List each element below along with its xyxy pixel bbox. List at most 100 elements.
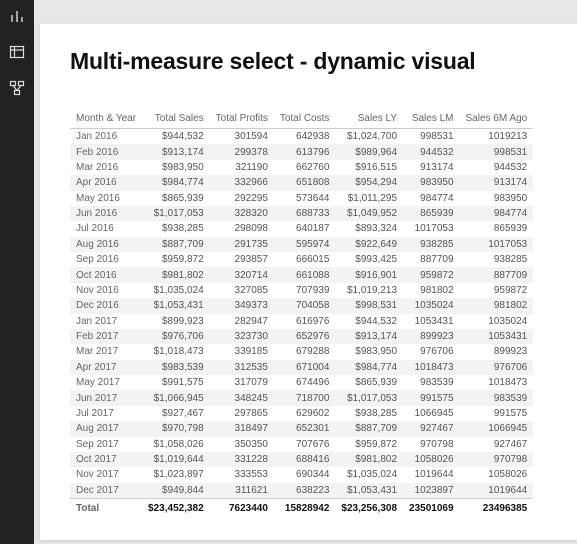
cell: 991575 <box>460 406 534 421</box>
cell: 642938 <box>274 129 335 145</box>
cell: Aug 2017 <box>70 421 142 436</box>
cell: $1,023,897 <box>142 467 210 482</box>
cell: 899923 <box>460 344 534 359</box>
cell: 1018473 <box>460 375 534 390</box>
cell: Feb 2016 <box>70 144 142 159</box>
table-row[interactable]: Apr 2016$984,774332966651808$954,2949839… <box>70 175 533 190</box>
cell: $1,049,952 <box>335 206 403 221</box>
table-row[interactable]: Sep 2017$1,058,026350350707676$959,87297… <box>70 437 533 452</box>
cell: 1017053 <box>403 221 460 236</box>
table-row[interactable]: Jun 2016$1,017,053328320688733$1,049,952… <box>70 206 533 221</box>
column-header[interactable]: Sales LM <box>403 109 460 129</box>
cell: 998531 <box>403 129 460 145</box>
cell: Apr 2016 <box>70 175 142 190</box>
measures-table[interactable]: Month & YearTotal SalesTotal ProfitsTota… <box>70 109 533 516</box>
cell: $1,058,026 <box>142 437 210 452</box>
cell: 652976 <box>274 329 335 344</box>
total-cell: $23,256,308 <box>335 499 403 517</box>
cell: Nov 2016 <box>70 283 142 298</box>
cell: 1019213 <box>460 129 534 145</box>
table-row[interactable]: Oct 2017$1,019,644331228688416$981,80210… <box>70 452 533 467</box>
column-header[interactable]: Total Costs <box>274 109 335 129</box>
column-header[interactable]: Month & Year <box>70 109 142 129</box>
table-row[interactable]: Feb 2017$976,706323730652976$913,1748999… <box>70 329 533 344</box>
cell: $984,774 <box>335 360 403 375</box>
cell: Feb 2017 <box>70 329 142 344</box>
table-row[interactable]: Feb 2016$913,174299378613796$989,9649445… <box>70 144 533 159</box>
table-row[interactable]: May 2016$865,939292295573644$1,011,29598… <box>70 191 533 206</box>
bar-chart-icon[interactable] <box>7 6 27 26</box>
cell: $1,053,431 <box>335 483 403 499</box>
cell: 1058026 <box>403 452 460 467</box>
cell: 613796 <box>274 144 335 159</box>
cell: 959872 <box>460 283 534 298</box>
cell: 318497 <box>210 421 274 436</box>
cell: 317079 <box>210 375 274 390</box>
table-row[interactable]: Jul 2016$938,285298098640187$893,3241017… <box>70 221 533 236</box>
table-row[interactable]: Aug 2016$887,709291735595974$922,6499382… <box>70 237 533 252</box>
cell: $1,018,473 <box>142 344 210 359</box>
cell: 1017053 <box>460 237 534 252</box>
cell: 662760 <box>274 160 335 175</box>
column-header[interactable]: Total Profits <box>210 109 274 129</box>
cell: Jan 2017 <box>70 314 142 329</box>
cell: 983539 <box>460 390 534 405</box>
cell: 1053431 <box>460 329 534 344</box>
cell: 944532 <box>460 160 534 175</box>
column-header[interactable]: Sales 6M Ago <box>460 109 534 129</box>
cell: $983,539 <box>142 360 210 375</box>
cell: $976,706 <box>142 329 210 344</box>
cell: 323730 <box>210 329 274 344</box>
cell: 944532 <box>403 144 460 159</box>
cell: 718700 <box>274 390 335 405</box>
cell: $1,019,644 <box>142 452 210 467</box>
column-header[interactable]: Sales LY <box>335 109 403 129</box>
cell: 674496 <box>274 375 335 390</box>
cell: 328320 <box>210 206 274 221</box>
table-row[interactable]: Aug 2017$970,798318497652301$887,7099274… <box>70 421 533 436</box>
table-row[interactable]: May 2017$991,575317079674496$865,9399835… <box>70 375 533 390</box>
cell: 984774 <box>460 206 534 221</box>
table-row[interactable]: Jan 2016$944,532301594642938$1,024,70099… <box>70 129 533 145</box>
cell: $922,649 <box>335 237 403 252</box>
cell: 638223 <box>274 483 335 499</box>
cell: Oct 2016 <box>70 267 142 282</box>
cell: $916,515 <box>335 160 403 175</box>
table-row[interactable]: Mar 2017$1,018,473339185679288$983,95097… <box>70 344 533 359</box>
cell: $887,709 <box>142 237 210 252</box>
cell: $865,939 <box>335 375 403 390</box>
cell: $959,872 <box>335 437 403 452</box>
canvas-area: Multi-measure select - dynamic visual Mo… <box>34 0 577 544</box>
cell: 282947 <box>210 314 274 329</box>
cell: 688733 <box>274 206 335 221</box>
cell: $938,285 <box>335 406 403 421</box>
cell: 298098 <box>210 221 274 236</box>
table-row[interactable]: Sep 2016$959,872293857666015$993,4258877… <box>70 252 533 267</box>
cell: 1035024 <box>403 298 460 313</box>
table-row[interactable]: Nov 2016$1,035,024327085707939$1,019,213… <box>70 283 533 298</box>
table-row[interactable]: Apr 2017$983,539312535671004$984,7741018… <box>70 360 533 375</box>
table-row[interactable]: Jan 2017$899,923282947616976$944,5321053… <box>70 314 533 329</box>
table-row[interactable]: Jun 2017$1,066,945348245718700$1,017,053… <box>70 390 533 405</box>
cell: 959872 <box>403 267 460 282</box>
cell: $954,294 <box>335 175 403 190</box>
table-row[interactable]: Oct 2016$981,802320714661088$916,9019598… <box>70 267 533 282</box>
table-icon[interactable] <box>7 42 27 62</box>
model-icon[interactable] <box>7 78 27 98</box>
table-row[interactable]: Dec 2017$949,844311621638223$1,053,43110… <box>70 483 533 499</box>
table-row[interactable]: Jul 2017$927,467297865629602$938,2851066… <box>70 406 533 421</box>
cell: 983950 <box>403 175 460 190</box>
total-cell: Total <box>70 499 142 517</box>
table-row[interactable]: Nov 2017$1,023,897333553690344$1,035,024… <box>70 467 533 482</box>
cell: Sep 2016 <box>70 252 142 267</box>
table-row[interactable]: Dec 2016$1,053,431349373704058$998,53110… <box>70 298 533 313</box>
cell: Oct 2017 <box>70 452 142 467</box>
cell: 671004 <box>274 360 335 375</box>
column-header[interactable]: Total Sales <box>142 109 210 129</box>
cell: 339185 <box>210 344 274 359</box>
cell: 899923 <box>403 329 460 344</box>
cell: $944,532 <box>335 314 403 329</box>
cell: 679288 <box>274 344 335 359</box>
table-row[interactable]: Mar 2016$983,950321190662760$916,5159131… <box>70 160 533 175</box>
cell: 311621 <box>210 483 274 499</box>
